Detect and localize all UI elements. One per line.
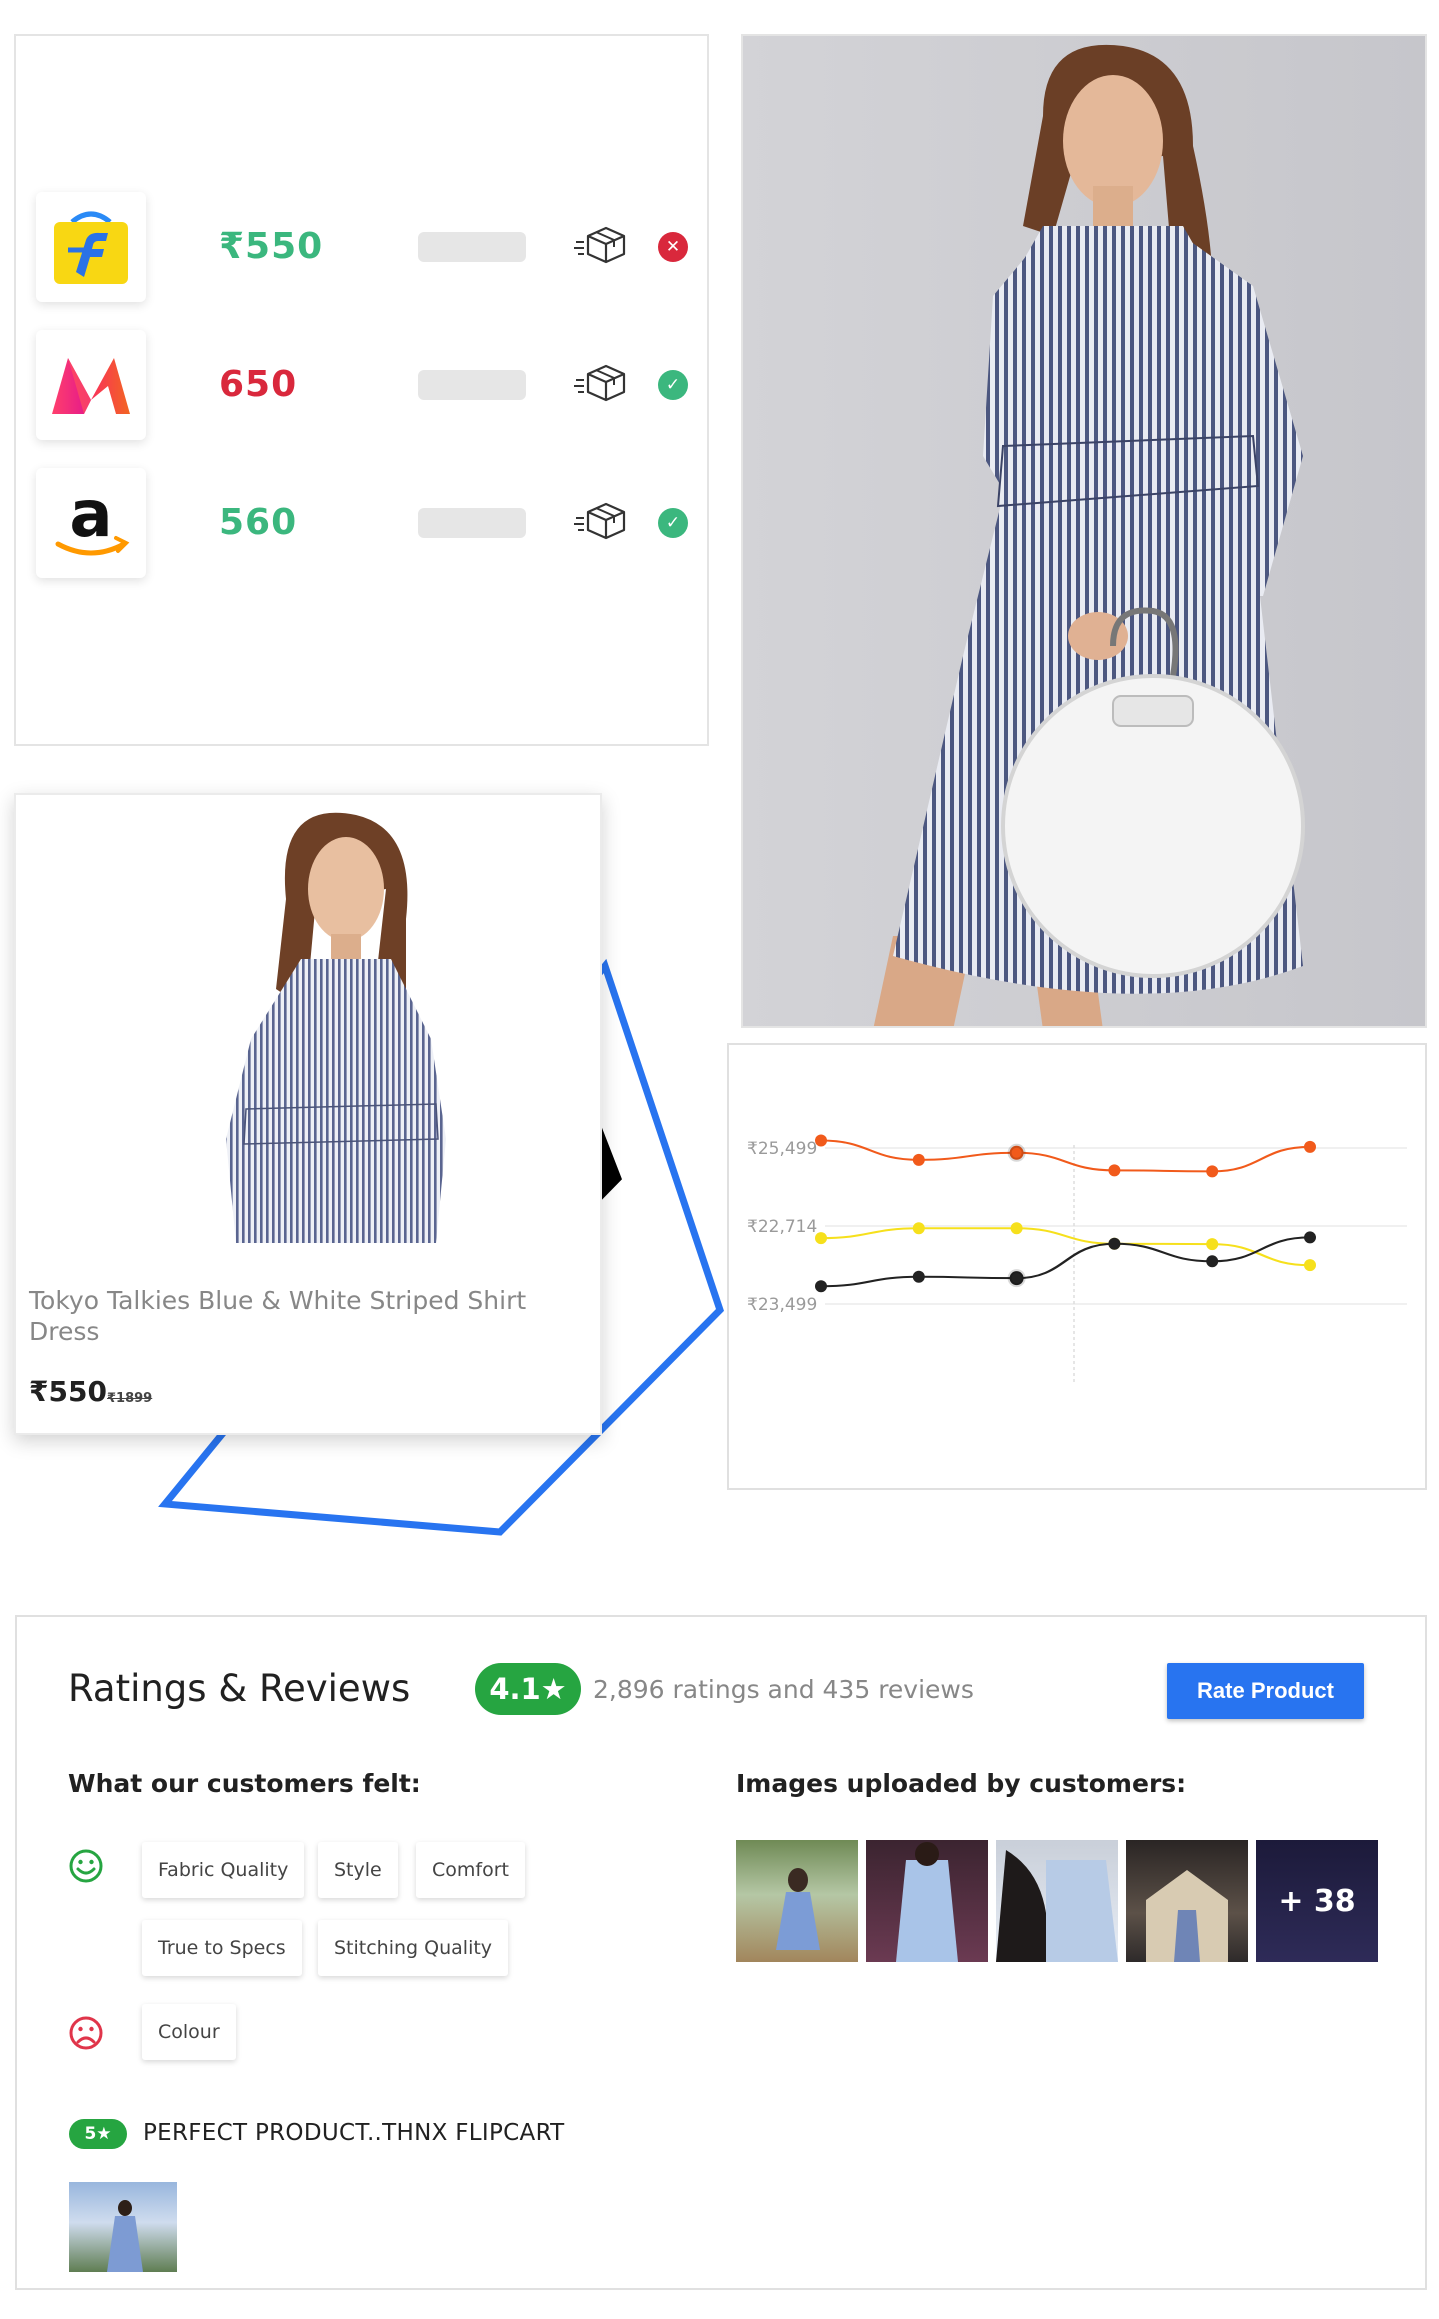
data-point[interactable]: [815, 1134, 827, 1147]
delivery-box-icon: [574, 364, 626, 402]
data-point[interactable]: [1206, 1165, 1219, 1178]
smiley-happy-icon: [69, 1849, 103, 1883]
product-title: Tokyo Talkies Blue & White Striped Shirt…: [29, 1286, 527, 1346]
rating-summary: 2,896 ratings and 435 reviews: [593, 1675, 974, 1704]
data-point[interactable]: [1304, 1259, 1316, 1272]
store-row-myntra[interactable]: 650 ✓: [36, 330, 696, 440]
price-placeholder-bar: [418, 508, 526, 538]
store-price: 560: [219, 502, 298, 543]
tag-style[interactable]: Style: [318, 1842, 398, 1898]
customer-image-thumbnail[interactable]: [736, 1840, 858, 1962]
store-price: 650: [219, 364, 298, 405]
tag-stitching-quality[interactable]: Stitching Quality: [318, 1920, 509, 1976]
svg-text:a: a: [69, 478, 112, 552]
tag-fabric-quality[interactable]: Fabric Quality: [142, 1842, 305, 1898]
price-history-chart: ₹25,499 ₹22,714 ₹23,499: [727, 1043, 1427, 1490]
unavailable-x-icon: ✕: [658, 232, 688, 262]
store-price: ₹550: [219, 226, 324, 267]
tag-colour[interactable]: Colour: [142, 2004, 236, 2060]
data-point[interactable]: [1304, 1231, 1316, 1244]
available-check-icon: ✓: [658, 508, 688, 538]
y-tick-label: ₹25,499: [747, 1139, 817, 1159]
review-image-thumbnail[interactable]: [69, 2182, 177, 2272]
available-check-icon: ✓: [658, 370, 688, 400]
data-point[interactable]: [815, 1280, 827, 1293]
data-point[interactable]: [912, 1270, 925, 1283]
product-card[interactable]: Tokyo Talkies Blue & White Striped Shirt…: [14, 793, 602, 1435]
smiley-sad-icon: [69, 2016, 103, 2050]
section-title: Ratings & Reviews: [68, 1667, 411, 1710]
data-point[interactable]: [912, 1153, 925, 1166]
data-point[interactable]: [1108, 1237, 1121, 1250]
amazon-logo-icon: a: [36, 468, 146, 578]
data-point[interactable]: [1206, 1238, 1219, 1251]
customer-image-thumbnail[interactable]: [866, 1840, 988, 1962]
more-customer-images-button[interactable]: + 38: [1256, 1840, 1378, 1962]
review-rating-badge: 5★: [69, 2119, 127, 2149]
data-point[interactable]: [1007, 1269, 1026, 1288]
data-point[interactable]: [1206, 1255, 1219, 1268]
price-placeholder-bar: [418, 370, 526, 400]
ratings-reviews-section: Ratings & Reviews 4.1★ 2,896 ratings and…: [15, 1615, 1427, 2290]
more-images-count: + 38: [1278, 1883, 1356, 1919]
customer-image-thumbnail[interactable]: [1126, 1840, 1248, 1962]
product-price: ₹550: [29, 1375, 107, 1408]
data-point[interactable]: [1304, 1140, 1316, 1153]
review-title: PERFECT PRODUCT..THNX FLIPCART: [143, 2120, 565, 2146]
myntra-logo-icon: [36, 330, 146, 440]
product-hero-photo: [741, 34, 1427, 1028]
customer-image-thumbnail[interactable]: [996, 1840, 1118, 1962]
data-point[interactable]: [1007, 1143, 1026, 1162]
data-point[interactable]: [1108, 1164, 1121, 1177]
tag-true-to-specs[interactable]: True to Specs: [142, 1920, 302, 1976]
tag-comfort[interactable]: Comfort: [416, 1842, 525, 1898]
delivery-box-icon: [574, 226, 626, 264]
delivery-box-icon: [574, 502, 626, 540]
rate-product-button[interactable]: Rate Product: [1167, 1663, 1364, 1719]
flipkart-logo-icon: [36, 192, 146, 302]
customer-images-label: Images uploaded by customers:: [736, 1769, 1187, 1798]
data-point[interactable]: [815, 1232, 827, 1245]
store-row-flipkart[interactable]: ₹550 ✕: [36, 192, 696, 302]
customers-felt-label: What our customers felt:: [68, 1769, 421, 1798]
product-mrp: ₹1899: [107, 1391, 153, 1406]
chart-canvas: ₹25,499 ₹22,714 ₹23,499: [747, 1134, 1407, 1385]
series-line-0: [820, 1139, 1311, 1173]
series-line-2: [820, 1236, 1311, 1288]
data-point[interactable]: [912, 1222, 925, 1235]
y-tick-label: ₹22,714: [747, 1217, 817, 1237]
data-point[interactable]: [1010, 1222, 1023, 1235]
price-placeholder-bar: [418, 232, 526, 262]
store-row-amazon[interactable]: a 560 ✓: [36, 468, 696, 578]
price-comparison-card: ₹550 ✕ 650 ✓ a 560 ✓: [14, 34, 709, 746]
y-tick-label: ₹23,499: [747, 1295, 817, 1315]
product-thumbnail-image: [226, 812, 446, 1243]
average-rating-badge: 4.1★: [475, 1663, 581, 1715]
